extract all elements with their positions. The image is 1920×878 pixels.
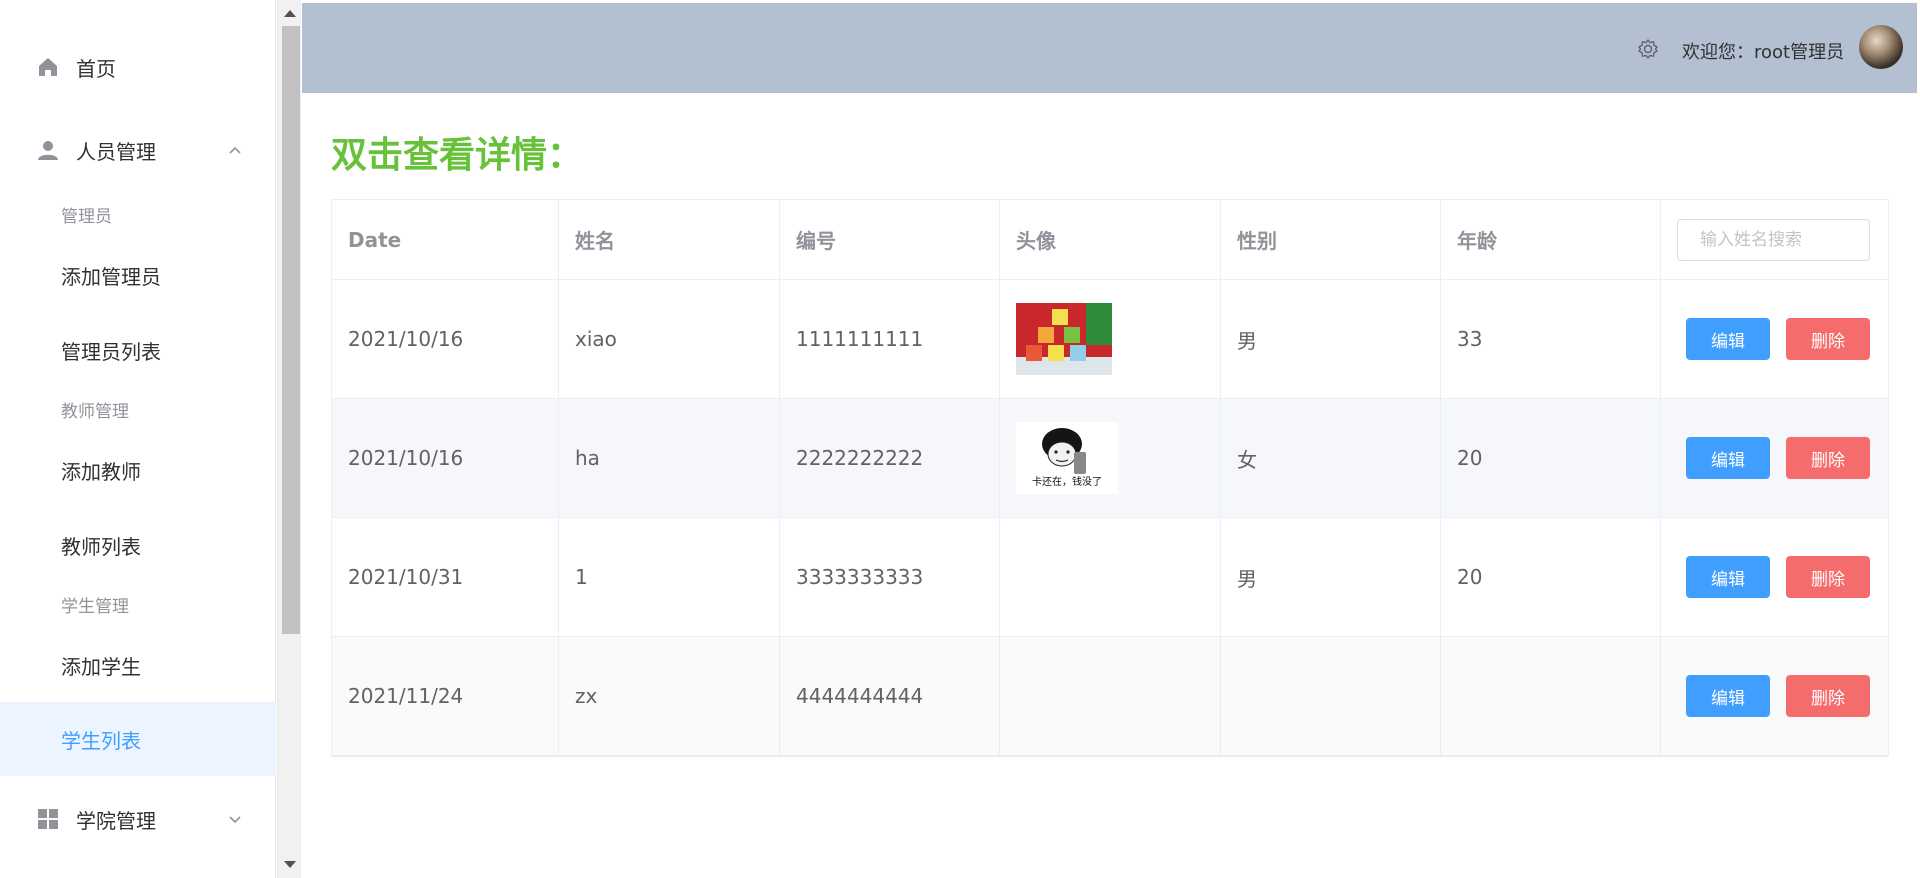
menu-label-college: 学院管理 [76, 808, 156, 833]
menu-label-people: 人员管理 [76, 139, 156, 164]
menu-item-home[interactable]: 首页 [0, 36, 276, 98]
sidebar-scrollbar[interactable] [277, 0, 301, 878]
cell-gender: 男 [1221, 518, 1441, 636]
cell-id: 3333333333 [780, 518, 1000, 636]
cell-avatar [1000, 280, 1221, 398]
cell-gender: 女 [1221, 399, 1441, 517]
column-header-gender: 性别 [1221, 200, 1441, 279]
menu-item-admin-list[interactable]: 管理员列表 [0, 319, 276, 381]
delete-button[interactable]: 删除 [1786, 318, 1870, 360]
avatar[interactable] [1859, 25, 1903, 69]
chevron-down-icon [229, 816, 241, 824]
scroll-up-arrow-icon[interactable] [284, 10, 296, 17]
menu-item-teacher-list[interactable]: 教师列表 [0, 514, 276, 576]
menu-label-home: 首页 [76, 56, 116, 81]
menu-label-admin-list: 管理员列表 [61, 339, 161, 364]
cell-date: 2021/10/16 [332, 399, 559, 517]
edit-button[interactable]: 编辑 [1686, 675, 1770, 717]
table-header-row: Date 姓名 编号 头像 性别 年龄 [332, 200, 1888, 280]
welcome-text: 欢迎您：root管理员 [1682, 42, 1845, 63]
table-row[interactable]: 2021/10/16 ha 2222222222 卡还在，钱没了 女 20 编辑… [332, 399, 1888, 518]
cell-name: zx [559, 637, 780, 755]
chevron-up-icon [229, 146, 241, 154]
search-cell [1661, 200, 1888, 279]
actions-cell: 编辑 删除 [1661, 518, 1888, 636]
menu-item-add-admin[interactable]: 添加管理员 [0, 244, 276, 306]
gear-icon[interactable] [1637, 38, 1659, 60]
abc-blocks-image [1016, 303, 1112, 375]
menu-label-add-admin: 添加管理员 [61, 264, 161, 289]
menu-label-student-list: 学生列表 [61, 728, 141, 753]
edit-button[interactable]: 编辑 [1686, 318, 1770, 360]
menu-label-teacher-list: 教师列表 [61, 534, 141, 559]
menu-group-admin-label: 管理员 [61, 206, 112, 227]
actions-cell: 编辑 删除 [1661, 399, 1888, 517]
user-icon [37, 139, 59, 161]
actions-cell: 编辑 删除 [1661, 280, 1888, 398]
edit-button[interactable]: 编辑 [1686, 556, 1770, 598]
sidebar: 首页 人员管理 管理员 添加管理员 管理员列表 教师管理 添加教师 教师列表 学… [0, 0, 276, 878]
menu-item-add-student[interactable]: 添加学生 [0, 634, 276, 696]
cell-id: 4444444444 [780, 637, 1000, 755]
menu-item-people[interactable]: 人员管理 [0, 119, 276, 181]
cell-date: 2021/10/31 [332, 518, 559, 636]
cell-name: ha [559, 399, 780, 517]
column-header-age: 年龄 [1441, 200, 1661, 279]
cell-avatar: 卡还在，钱没了 [1000, 399, 1221, 517]
search-input[interactable] [1677, 218, 1870, 261]
cell-name: 1 [559, 518, 780, 636]
home-icon [37, 56, 59, 78]
meme-image: 卡还在，钱没了 [1016, 422, 1118, 494]
menu-group-admin: 管理员 [0, 197, 276, 231]
table-row[interactable]: 2021/10/16 xiao 1111111111 男 33 编辑 删除 [332, 280, 1888, 399]
delete-button[interactable]: 删除 [1786, 437, 1870, 479]
menu-group-teacher: 教师管理 [0, 392, 276, 426]
menu-label-add-student: 添加学生 [61, 654, 141, 679]
table-row[interactable]: 2021/11/24 zx 4444444444 编辑 删除 [332, 637, 1888, 756]
cell-id: 2222222222 [780, 399, 1000, 517]
menu-item-add-teacher[interactable]: 添加教师 [0, 439, 276, 501]
menu-label-add-teacher: 添加教师 [61, 459, 141, 484]
edit-button[interactable]: 编辑 [1686, 437, 1770, 479]
grid-icon [37, 808, 59, 830]
top-header: 欢迎您：root管理员 [302, 3, 1917, 93]
cell-id: 1111111111 [780, 280, 1000, 398]
cell-avatar [1000, 637, 1221, 755]
cell-age: 20 [1441, 399, 1661, 517]
cell-age: 33 [1441, 280, 1661, 398]
cell-date: 2021/11/24 [332, 637, 559, 755]
actions-cell: 编辑 删除 [1661, 637, 1888, 755]
meme-caption: 卡还在，钱没了 [1032, 475, 1102, 488]
column-header-avatar: 头像 [1000, 200, 1221, 279]
scrollbar-thumb[interactable] [282, 26, 300, 634]
cell-gender [1221, 637, 1441, 755]
scroll-down-arrow-icon[interactable] [284, 861, 296, 868]
cell-date: 2021/10/16 [332, 280, 559, 398]
cell-age [1441, 637, 1661, 755]
menu-item-college[interactable]: 学院管理 [0, 788, 276, 850]
column-header-id: 编号 [780, 200, 1000, 279]
table-row[interactable]: 2021/10/31 1 3333333333 男 20 编辑 删除 [332, 518, 1888, 637]
data-table: Date 姓名 编号 头像 性别 年龄 2021/10/16 xiao 1111… [331, 199, 1889, 757]
delete-button[interactable]: 删除 [1786, 675, 1870, 717]
menu-group-student-label: 学生管理 [61, 596, 129, 617]
delete-button[interactable]: 删除 [1786, 556, 1870, 598]
column-header-date: Date [332, 200, 559, 279]
cell-avatar [1000, 518, 1221, 636]
menu-item-student-list[interactable]: 学生列表 [0, 702, 276, 776]
menu-group-student: 学生管理 [0, 587, 276, 621]
menu-group-teacher-label: 教师管理 [61, 401, 129, 422]
cell-gender: 男 [1221, 280, 1441, 398]
cell-name: xiao [559, 280, 780, 398]
page-title: 双击查看详情： [331, 135, 584, 176]
cell-age: 20 [1441, 518, 1661, 636]
column-header-name: 姓名 [559, 200, 780, 279]
